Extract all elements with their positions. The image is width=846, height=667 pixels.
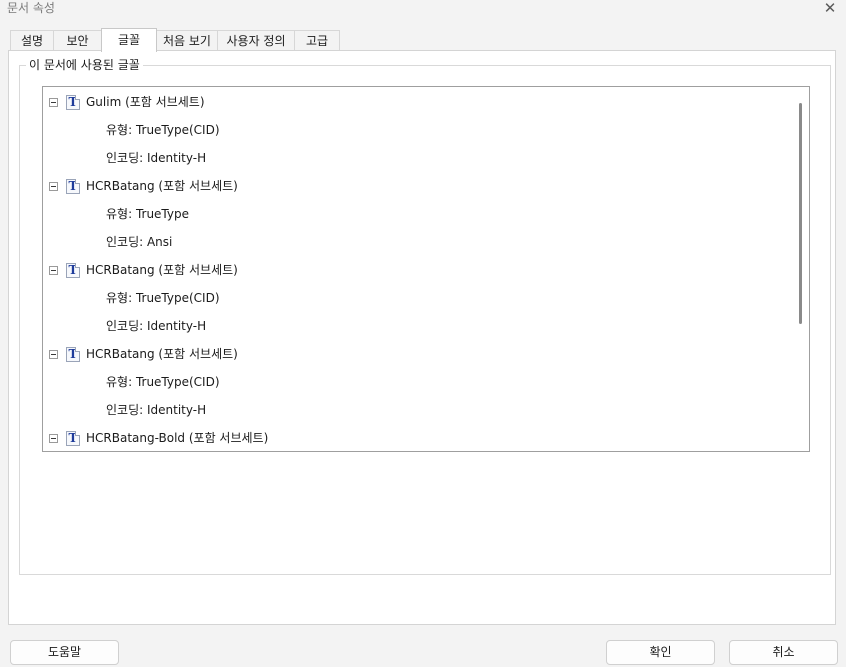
truetype-font-icon: T — [66, 263, 80, 278]
collapse-toggle-icon[interactable] — [49, 350, 58, 359]
tab-fonts[interactable]: 글꼴 — [101, 28, 157, 52]
collapse-toggle-icon[interactable] — [49, 98, 58, 107]
font-name: HCRBatang-Bold (포함 서브세트) — [86, 431, 269, 445]
font-type: 유형: TrueType(CID) — [106, 123, 220, 137]
truetype-font-icon: T — [66, 431, 80, 446]
font-encoding: 인코딩: Identity-H — [106, 403, 207, 417]
collapse-toggle-icon[interactable] — [49, 434, 58, 443]
tab-initial-view[interactable]: 처음 보기 — [156, 30, 218, 51]
tab-custom[interactable]: 사용자 정의 — [217, 30, 295, 51]
font-name: HCRBatang (포함 서브세트) — [86, 179, 238, 193]
collapse-toggle-icon[interactable] — [49, 182, 58, 191]
close-icon[interactable]: ✕ — [814, 0, 846, 18]
tab-panel-fonts: 이 문서에 사용된 글꼴 T Gulim (포함 서브세트) 유형: TrueT… — [8, 50, 836, 625]
title-bar: 문서 속성 ✕ — [0, 0, 846, 22]
font-type: 유형: TrueType(CID) — [106, 375, 220, 389]
tab-advanced[interactable]: 고급 — [294, 30, 340, 51]
window-title: 문서 속성 — [7, 1, 55, 15]
collapse-toggle-icon[interactable] — [49, 266, 58, 275]
tab-description[interactable]: 설명 — [10, 30, 54, 51]
tab-security[interactable]: 보안 — [53, 30, 102, 51]
font-type: 유형: TrueType(CID) — [106, 291, 220, 305]
truetype-font-icon: T — [66, 95, 80, 110]
scrollbar-thumb[interactable] — [799, 103, 802, 324]
font-encoding: 인코딩: Identity-H — [106, 319, 207, 333]
font-name: HCRBatang (포함 서브세트) — [86, 263, 238, 277]
font-type: 유형: TrueType — [106, 207, 189, 221]
cancel-button[interactable]: 취소 — [729, 640, 838, 665]
vertical-scrollbar[interactable] — [791, 87, 809, 451]
font-encoding: 인코딩: Identity-H — [106, 151, 207, 165]
fonts-groupbox: 이 문서에 사용된 글꼴 T Gulim (포함 서브세트) 유형: TrueT… — [19, 58, 831, 575]
truetype-font-icon: T — [66, 347, 80, 362]
ok-button[interactable]: 확인 — [606, 640, 715, 665]
font-name: HCRBatang (포함 서브세트) — [86, 347, 238, 361]
truetype-font-icon: T — [66, 179, 80, 194]
help-button[interactable]: 도움말 — [10, 640, 119, 665]
font-encoding: 인코딩: Ansi — [106, 235, 173, 249]
font-name: Gulim (포함 서브세트) — [86, 95, 205, 109]
fonts-group-legend: 이 문서에 사용된 글꼴 — [26, 58, 143, 73]
font-tree[interactable]: T Gulim (포함 서브세트) 유형: TrueType(CID) 인코딩:… — [42, 86, 810, 452]
